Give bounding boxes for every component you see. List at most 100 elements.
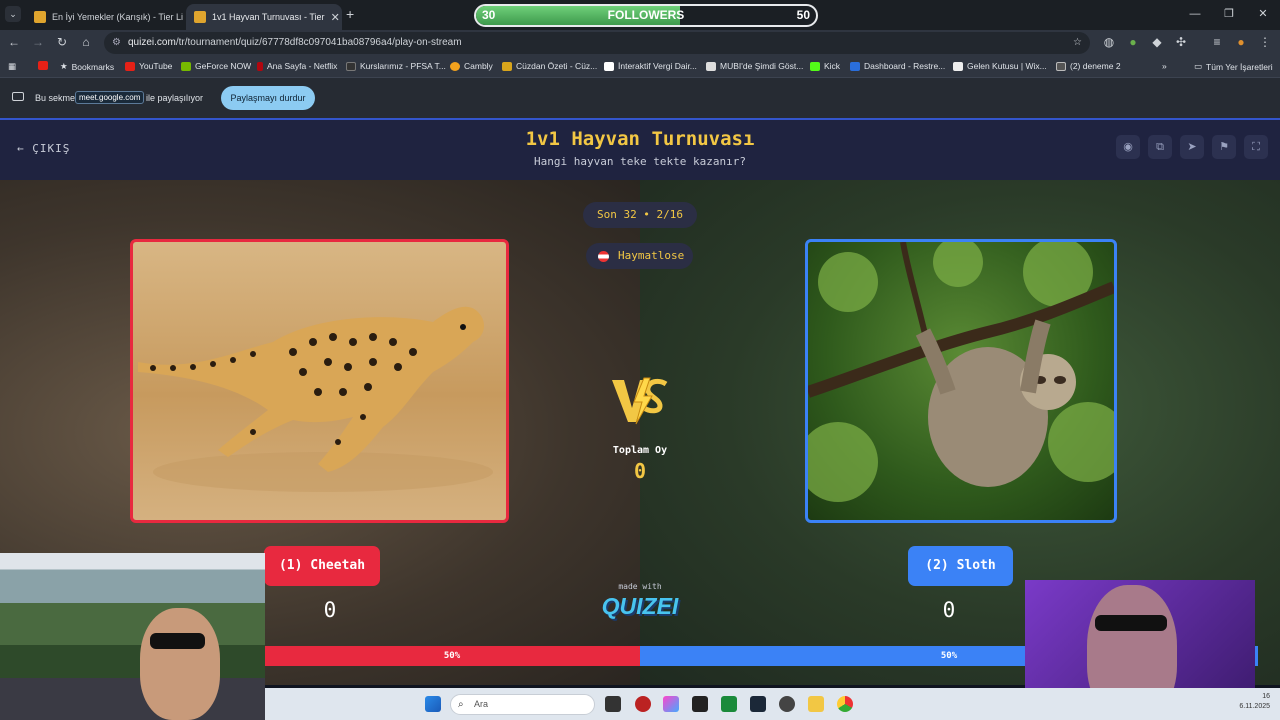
bookmark-item[interactable]: YouTube	[125, 61, 172, 71]
screen-share-icon	[12, 92, 24, 101]
option-card-sloth[interactable]	[805, 239, 1117, 523]
new-tab-icon[interactable]: +	[346, 6, 354, 22]
forward-icon[interactable]: →	[30, 35, 46, 49]
tab-search-icon[interactable]: ⌄	[5, 6, 21, 22]
url-path: /tr/tournament/quiz/67778df8c097041ba087…	[175, 37, 462, 48]
obs-icon[interactable]	[779, 696, 795, 712]
copilot-icon[interactable]	[663, 696, 679, 712]
browser-tab-active[interactable]: 1v1 Hayvan Turnuvası - Tier ✕	[186, 4, 342, 30]
bookmarks-bar: ▦ ★ Bookmarks YouTube GeForce NOW Ana Say…	[0, 56, 1280, 78]
all-bookmarks-folder[interactable]: ▭ Tüm Yer İşaretleri	[1194, 61, 1273, 72]
extension-icon[interactable]: ●	[1125, 35, 1141, 49]
bookmark-item[interactable]: Gelen Kutusu | Wix...	[953, 61, 1047, 71]
file-explorer-icon[interactable]	[808, 696, 824, 712]
restore-icon[interactable]: ❐	[1212, 0, 1246, 30]
fullscreen-icon[interactable]: ⛶	[1244, 135, 1268, 159]
user-badge: Haymatlose	[586, 243, 693, 269]
home-icon[interactable]: ⌂	[78, 35, 94, 49]
minimize-icon[interactable]: —	[1178, 0, 1212, 30]
eye-icon[interactable]: ◉	[1116, 135, 1140, 159]
system-clock[interactable]: 16 6.11.2025	[1239, 692, 1270, 712]
chrome-icon[interactable]	[837, 696, 853, 712]
score-sloth: 0	[942, 598, 956, 622]
bookmark-item[interactable]: GeForce NOW	[181, 61, 251, 71]
address-bar[interactable]: ⚙ quizei.com/tr/tournament/quiz/67778df8…	[104, 32, 1090, 54]
extension-icon[interactable]: ◆	[1149, 35, 1165, 49]
task-view-icon[interactable]	[605, 696, 621, 712]
bookmark-item[interactable]: ★ Bookmarks	[60, 61, 114, 72]
bookmark-item[interactable]: Dashboard - Restre...	[850, 61, 945, 71]
sunglasses-icon	[150, 633, 205, 649]
folder-icon: ▭	[1194, 61, 1203, 71]
followers-goal: 50	[796, 8, 810, 22]
start-icon[interactable]	[425, 696, 441, 712]
bookmark-item[interactable]: Cambly	[450, 61, 493, 71]
browser-tab[interactable]: En İyi Yemekler (Karışık) - Tier Li ✕	[26, 4, 184, 30]
tab-title: 1v1 Hayvan Turnuvası - Tier	[212, 12, 325, 22]
vs-icon	[612, 377, 668, 425]
windows-taskbar: ⌕ Ara 16 6.11.2025	[265, 688, 1280, 720]
sunglasses-icon	[1095, 615, 1167, 631]
more-bookmarks-icon[interactable]: »	[1162, 61, 1167, 71]
steam-icon[interactable]	[750, 696, 766, 712]
bookmark-item[interactable]: Cüzdan Özeti - Cüz...	[502, 61, 597, 71]
copy-icon[interactable]: ⧉	[1148, 135, 1172, 159]
tab-favicon-icon	[194, 11, 206, 23]
total-votes-label: Toplam Oy	[612, 445, 668, 456]
tab-sharing-bar: Bu sekme meet.google.com ile paylaşılıyo…	[0, 78, 1280, 118]
option-card-cheetah[interactable]	[130, 239, 509, 523]
vote-button-sloth[interactable]: (2) Sloth	[908, 546, 1013, 586]
round-indicator: Son 32 • 2/16	[583, 202, 697, 228]
tab-favicon-icon	[34, 11, 46, 23]
followers-progress-bar: 30 FOLLOWERS 50	[474, 4, 818, 27]
bookmark-item[interactable]: Kurslarımız - PFSA T...	[346, 61, 446, 71]
window-controls: — ❐ ✕	[1178, 0, 1280, 30]
share-prefix: Bu sekme	[35, 93, 76, 103]
flag-icon[interactable]: ⚑	[1212, 135, 1236, 159]
user-name: Haymatlose	[618, 249, 685, 262]
share-suffix: ile paylaşılıyor	[146, 93, 204, 103]
bookmark-item[interactable]: İnteraktif Vergi Dair...	[604, 61, 697, 71]
menu-icon[interactable]: ⋮	[1257, 35, 1273, 49]
sloth-image	[808, 242, 1114, 502]
site-info-icon[interactable]: ⚙	[112, 32, 121, 54]
send-icon[interactable]: ➤	[1180, 135, 1204, 159]
quiz-header: ← ÇIKIŞ 1v1 Hayvan Turnuvası Hangi hayva…	[0, 118, 1280, 180]
browser-tab-strip: ⌄ En İyi Yemekler (Karışık) - Tier Li ✕ …	[0, 0, 1280, 30]
back-icon[interactable]: ←	[6, 35, 22, 49]
vote-bar-cheetah: 50%	[264, 646, 640, 666]
bookmark-item[interactable]: (2) deneme 2	[1056, 61, 1121, 71]
bookmark-item[interactable]: Kick	[810, 61, 840, 71]
reload-icon[interactable]: ↻	[54, 35, 70, 49]
media-icon[interactable]: ≡	[1209, 35, 1225, 49]
extension-icon[interactable]: ◍	[1101, 35, 1117, 49]
search-icon: ⌕	[458, 699, 464, 710]
quizei-logo[interactable]: QUIZEI	[595, 593, 685, 620]
cheetah-image	[138, 306, 493, 492]
bookmark-item[interactable]: Ana Sayfa - Netflix	[257, 61, 337, 71]
profile-avatar[interactable]: ●	[1233, 35, 1249, 49]
browser-toolbar: ← → ↻ ⌂ ⚙ quizei.com/tr/tournament/quiz/…	[0, 30, 1280, 56]
close-icon[interactable]: ✕	[331, 11, 340, 24]
bookmark-star-icon[interactable]: ☆	[1073, 32, 1082, 54]
epic-games-icon[interactable]	[692, 696, 708, 712]
xbox-icon[interactable]	[721, 696, 737, 712]
streamer-figure	[140, 608, 220, 720]
webcam-overlay-left	[0, 553, 265, 720]
apps-icon[interactable]: ▦	[8, 61, 16, 72]
flag-icon	[598, 251, 609, 262]
bookmark-youtube-icon[interactable]	[38, 61, 48, 70]
extensions-puzzle-icon[interactable]: ✣	[1173, 35, 1189, 49]
star-icon: ★	[60, 61, 68, 71]
close-window-icon[interactable]: ✕	[1246, 0, 1280, 30]
followers-label: FOLLOWERS	[607, 8, 685, 22]
bookmark-item[interactable]: MUBI'de Şimdi Göst...	[706, 61, 803, 71]
app-icon[interactable]	[635, 696, 651, 712]
quiz-subtitle: Hangi hayvan teke tekte kazanır?	[534, 155, 746, 168]
share-host-chip: meet.google.com	[75, 91, 145, 104]
stop-sharing-button[interactable]: Paylaşmayı durdur	[221, 86, 315, 110]
taskbar-search[interactable]: ⌕ Ara	[450, 694, 595, 715]
score-cheetah: 0	[323, 598, 337, 622]
vote-button-cheetah[interactable]: (1) Cheetah	[264, 546, 380, 586]
total-votes-value: 0	[633, 459, 647, 483]
